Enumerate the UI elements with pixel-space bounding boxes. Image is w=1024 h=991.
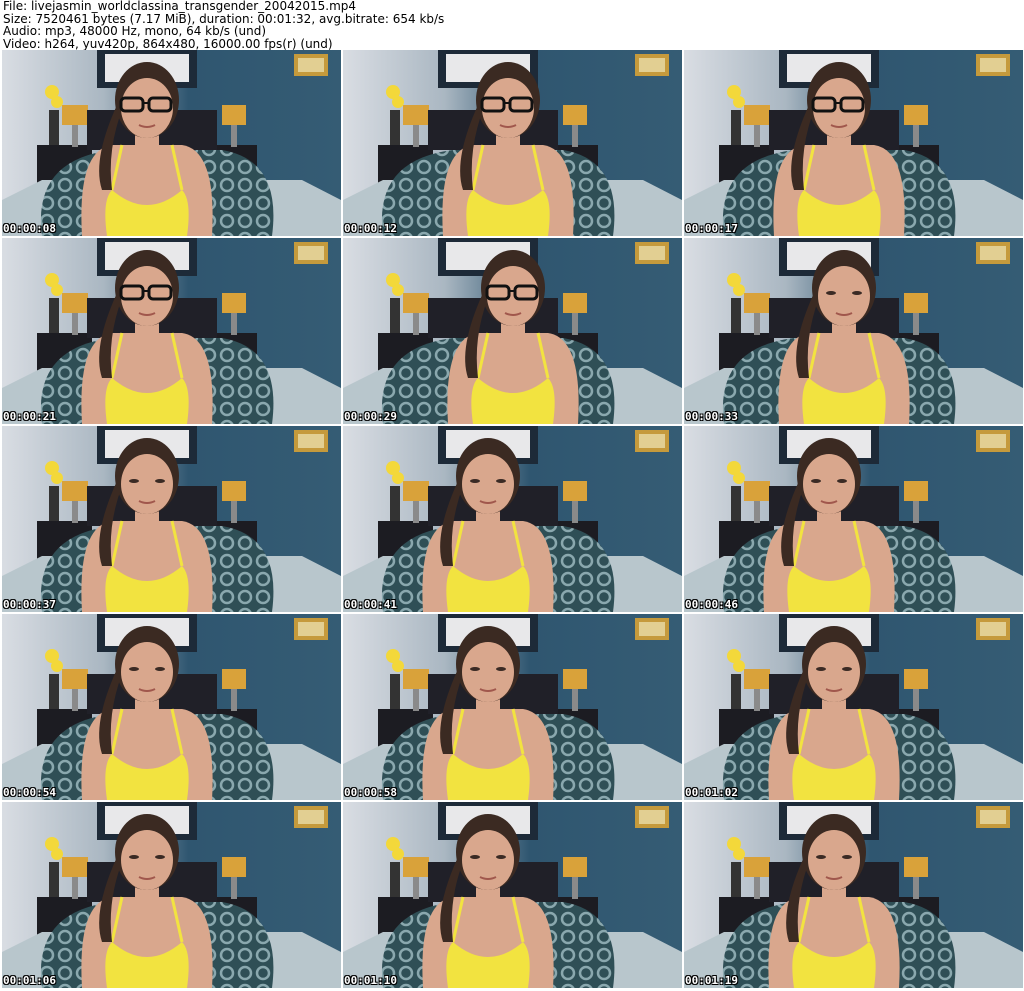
video-thumbnail: 00:00:54 xyxy=(2,614,341,800)
video-thumbnail: 00:00:33 xyxy=(684,238,1023,424)
face xyxy=(121,454,173,514)
lamp-shade xyxy=(904,105,928,125)
thumbnail-timestamp: 00:01:06 xyxy=(3,974,56,987)
video-thumbnail: 00:00:29 xyxy=(343,238,682,424)
thumbnail-timestamp: 00:00:37 xyxy=(3,598,56,611)
lamp-shade xyxy=(62,481,88,501)
lamp-shade xyxy=(744,105,770,125)
file-name-line: File: livejasmin_worldclassina_transgend… xyxy=(3,0,357,13)
lamp-shade xyxy=(403,857,429,877)
webcam-scene xyxy=(684,426,1023,612)
video-info-header: File: livejasmin_worldclassina_transgend… xyxy=(3,0,444,50)
video-thumbnail: 00:01:02 xyxy=(684,614,1023,800)
face xyxy=(462,830,514,890)
webcam-scene xyxy=(343,426,682,612)
thumbnail-timestamp: 00:00:21 xyxy=(3,410,56,423)
lamp-shade xyxy=(222,669,246,689)
video-thumbnail: 00:01:10 xyxy=(343,802,682,988)
thumbnail-timestamp: 00:00:29 xyxy=(344,410,397,423)
video-thumbnail: 00:00:08 xyxy=(2,50,341,236)
webcam-scene xyxy=(343,50,682,236)
lamp-shade xyxy=(744,293,770,313)
face xyxy=(482,78,534,138)
webcam-scene xyxy=(343,238,682,424)
thumbnail-timestamp: 00:00:17 xyxy=(685,222,738,235)
lamp-shade xyxy=(563,669,587,689)
video-thumbnail: 00:00:37 xyxy=(2,426,341,612)
video-thumbnail: 00:00:58 xyxy=(343,614,682,800)
face xyxy=(121,266,173,326)
video-thumbnail: 00:00:41 xyxy=(343,426,682,612)
lamp-shade xyxy=(222,105,246,125)
face xyxy=(808,642,860,702)
thumbnail-timestamp: 00:00:58 xyxy=(344,786,397,799)
face xyxy=(803,454,855,514)
face xyxy=(121,78,173,138)
thumbnail-timestamp: 00:00:08 xyxy=(3,222,56,235)
webcam-scene xyxy=(2,802,341,988)
face xyxy=(813,78,865,138)
lamp-shade xyxy=(403,481,429,501)
audio-info-line: Audio: mp3, 48000 Hz, mono, 64 kb/s (und… xyxy=(3,24,267,38)
lamp-shade xyxy=(403,669,429,689)
webcam-scene xyxy=(2,238,341,424)
face xyxy=(462,642,514,702)
lamp-shade xyxy=(403,293,429,313)
webcam-scene xyxy=(343,802,682,988)
face xyxy=(121,642,173,702)
video-thumbnail: 00:00:17 xyxy=(684,50,1023,236)
lamp-shade xyxy=(222,481,246,501)
thumbnail-timestamp: 00:01:02 xyxy=(685,786,738,799)
face xyxy=(462,454,514,514)
lamp-shade xyxy=(744,481,770,501)
lamp-shade xyxy=(563,857,587,877)
face xyxy=(121,830,173,890)
thumbnail-grid: 00:00:08 00:00:12 00:00:17 00:00:21 00:0… xyxy=(2,50,1023,990)
lamp-shade xyxy=(563,105,587,125)
face xyxy=(487,266,539,326)
video-thumbnail: 00:01:06 xyxy=(2,802,341,988)
lamp-shade xyxy=(222,293,246,313)
lamp-shade xyxy=(403,105,429,125)
webcam-scene xyxy=(684,50,1023,236)
lamp-shade xyxy=(744,669,770,689)
video-thumbnail: 00:00:21 xyxy=(2,238,341,424)
lamp-shade xyxy=(62,293,88,313)
lamp-shade xyxy=(904,293,928,313)
thumbnail-timestamp: 00:00:54 xyxy=(3,786,56,799)
webcam-scene xyxy=(684,614,1023,800)
thumbnail-timestamp: 00:00:41 xyxy=(344,598,397,611)
lamp-shade xyxy=(563,293,587,313)
webcam-scene xyxy=(2,50,341,236)
webcam-scene xyxy=(2,614,341,800)
lamp-shade xyxy=(62,105,88,125)
lamp-shade xyxy=(744,857,770,877)
thumbnail-timestamp: 00:01:10 xyxy=(344,974,397,987)
thumbnail-timestamp: 00:00:33 xyxy=(685,410,738,423)
lamp-shade xyxy=(62,857,88,877)
lamp-shade xyxy=(904,669,928,689)
thumbnail-timestamp: 00:00:12 xyxy=(344,222,397,235)
lamp-shade xyxy=(563,481,587,501)
webcam-scene xyxy=(343,614,682,800)
thumbnail-timestamp: 00:01:19 xyxy=(685,974,738,987)
webcam-scene xyxy=(2,426,341,612)
webcam-scene xyxy=(684,238,1023,424)
thumbnail-timestamp: 00:00:46 xyxy=(685,598,738,611)
lamp-shade xyxy=(904,857,928,877)
video-thumbnail: 00:01:19 xyxy=(684,802,1023,988)
lamp-shade xyxy=(222,857,246,877)
video-info-line: Video: h264, yuv420p, 864x480, 16000.00 … xyxy=(3,36,333,51)
video-thumbnail: 00:00:46 xyxy=(684,426,1023,612)
lamp-shade xyxy=(62,669,88,689)
face xyxy=(818,266,870,326)
video-thumbnail: 00:00:12 xyxy=(343,50,682,236)
face xyxy=(808,830,860,890)
webcam-scene xyxy=(684,802,1023,988)
lamp-shade xyxy=(904,481,928,501)
